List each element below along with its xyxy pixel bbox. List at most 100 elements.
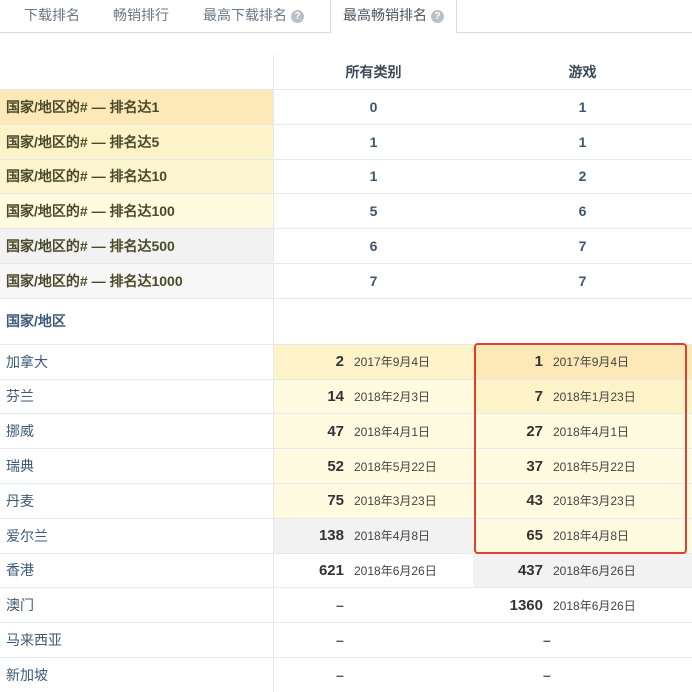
country-name-cell[interactable]: 爱尔兰 — [0, 519, 273, 553]
help-icon[interactable]: ? — [431, 10, 444, 23]
tab-top-download-rank[interactable]: 最高下载排名? — [203, 0, 304, 33]
rank-count-games[interactable]: 7 — [473, 229, 692, 263]
country-name: 澳门 — [6, 597, 34, 614]
all-rank-cell[interactable]: 2 2017年9月4日 — [273, 344, 473, 379]
all-rank-cell[interactable]: – — [273, 658, 473, 692]
tab-label: 最高下载排名 — [203, 7, 287, 23]
country-name: 丹麦 — [6, 492, 34, 509]
rank-label-text: 国家/地区的# — 排名达10 — [6, 168, 168, 185]
tab-downloads-rank[interactable]: 下载排名 — [24, 0, 80, 33]
all-rank-cell[interactable]: 14 2018年2月3日 — [273, 379, 473, 414]
all-rank-date: 2018年4月1日 — [354, 424, 431, 439]
all-rank-cell[interactable]: 75 2018年3月23日 — [273, 484, 473, 518]
games-rank-cell[interactable]: 27 2018年4月1日 — [473, 414, 692, 449]
all-rank-cell[interactable]: – — [273, 588, 473, 623]
country-name-cell[interactable]: 芬兰 — [0, 380, 273, 414]
games-rank-value: 1 — [534, 353, 543, 371]
table-row: 国家/地区的# — 排名达1000 7 7 — [0, 264, 692, 299]
games-rank-date: 2018年4月8日 — [553, 529, 630, 544]
all-rank-date: 2018年4月8日 — [354, 529, 431, 544]
all-rank-value: – — [336, 632, 344, 649]
rank-count-all[interactable]: 1 — [273, 159, 473, 194]
country-name-cell[interactable]: 丹麦 — [0, 484, 273, 518]
games-rank-value: 43 — [526, 492, 543, 510]
rank-count-all-value: 1 — [369, 168, 378, 185]
country-name: 加拿大 — [6, 353, 48, 370]
section-blank — [273, 298, 473, 344]
rank-count-games-value: 6 — [578, 203, 587, 220]
all-rank-cell[interactable]: 621 2018年6月26日 — [273, 553, 473, 588]
games-rank-cell[interactable]: – — [473, 623, 692, 657]
country-name-cell[interactable]: 新加坡 — [0, 658, 273, 692]
tab-grossing-rank[interactable]: 畅销排行 — [113, 0, 169, 33]
all-rank-cell[interactable]: 52 2018年5月22日 — [273, 449, 473, 483]
games-rank-date: 2018年1月23日 — [553, 389, 636, 404]
all-rank-value: 2 — [335, 353, 344, 371]
games-rank-value: – — [543, 632, 551, 649]
rank-count-all[interactable]: 6 — [273, 229, 473, 263]
country-name: 马来西亚 — [6, 632, 62, 649]
table-row: 爱尔兰 138 2018年4月8日 65 2018年4月8日 — [0, 518, 692, 554]
rank-count-all[interactable]: 1 — [273, 124, 473, 159]
games-rank-cell[interactable]: 1 2017年9月4日 — [473, 344, 692, 379]
rank-count-games[interactable]: 2 — [473, 160, 692, 194]
rank-count-all-value: 6 — [369, 238, 378, 255]
games-rank-cell[interactable]: 1360 2018年6月26日 — [473, 588, 692, 622]
table-row: 丹麦 75 2018年3月23日 43 2018年3月23日 — [0, 484, 692, 519]
all-rank-cell[interactable]: 138 2018年4月8日 — [273, 518, 473, 553]
all-rank-date: 2017年9月4日 — [354, 355, 431, 370]
country-name-cell[interactable]: 澳门 — [0, 588, 273, 622]
games-rank-cell[interactable]: 43 2018年3月23日 — [473, 484, 692, 518]
country-name-cell[interactable]: 加拿大 — [0, 345, 273, 379]
games-rank-value: 37 — [526, 457, 543, 475]
games-rank-value: 1360 — [509, 596, 543, 614]
country-name-cell[interactable]: 瑞典 — [0, 449, 273, 483]
rank-label: 国家/地区的# — 排名达1000 — [0, 264, 273, 298]
rank-count-all[interactable]: 0 — [273, 90, 473, 124]
rank-label: 国家/地区的# — 排名达5 — [0, 124, 273, 159]
all-rank-value: 47 — [327, 422, 344, 440]
rank-count-all[interactable]: 5 — [273, 194, 473, 229]
help-icon[interactable]: ? — [291, 10, 304, 23]
table-header: 所有类别 游戏 — [0, 55, 692, 90]
games-rank-cell[interactable]: 65 2018年4月8日 — [473, 518, 692, 553]
games-rank-cell[interactable]: 437 2018年6月26日 — [473, 553, 692, 588]
header-blank — [0, 55, 273, 89]
tab-label: 最高畅销排名 — [343, 7, 427, 23]
rank-count-games[interactable]: 1 — [473, 125, 692, 159]
all-rank-value: – — [336, 597, 344, 614]
rank-label: 国家/地区的# — 排名达1 — [0, 90, 273, 124]
games-rank-value: – — [543, 666, 551, 683]
country-name-cell[interactable]: 挪威 — [0, 414, 273, 448]
games-rank-date: 2018年3月23日 — [553, 494, 636, 509]
tab-bar: 下载排名 畅销排行 最高下载排名? 最高畅销排名? — [0, 0, 692, 34]
rank-count-all-value: 1 — [369, 133, 378, 150]
table-row: 国家/地区的# — 排名达100 5 6 — [0, 194, 692, 230]
rank-count-games[interactable]: 6 — [473, 194, 692, 228]
games-rank-cell[interactable]: 37 2018年5月22日 — [473, 449, 692, 483]
tab-top-grossing-rank[interactable]: 最高畅销排名? — [330, 0, 457, 34]
table-row: 国家/地区的# — 排名达500 6 7 — [0, 229, 692, 264]
all-rank-cell[interactable]: – — [273, 623, 473, 657]
all-rank-date: 2018年2月3日 — [354, 389, 431, 404]
games-rank-cell[interactable]: – — [473, 658, 692, 692]
table-row: 国家/地区的# — 排名达1 0 1 — [0, 90, 692, 125]
table-row: 新加坡 – – — [0, 658, 692, 692]
rank-count-games-value: 2 — [578, 168, 587, 185]
all-rank-value: 52 — [327, 457, 344, 475]
table-row: 澳门 – 1360 2018年6月26日 — [0, 588, 692, 624]
rank-label: 国家/地区的# — 排名达100 — [0, 194, 273, 229]
country-name: 新加坡 — [6, 666, 48, 683]
games-rank-value: 437 — [517, 561, 543, 579]
games-rank-cell[interactable]: 7 2018年1月23日 — [473, 379, 692, 414]
rank-count-games-value: 1 — [578, 133, 587, 150]
rank-count-all[interactable]: 7 — [273, 264, 473, 298]
table-row: 瑞典 52 2018年5月22日 37 2018年5月22日 — [0, 449, 692, 484]
all-rank-cell[interactable]: 47 2018年4月1日 — [273, 414, 473, 449]
rank-count-games[interactable]: 1 — [473, 90, 692, 124]
country-name-cell[interactable]: 马来西亚 — [0, 623, 273, 657]
tab-label: 畅销排行 — [113, 7, 169, 23]
country-name-cell[interactable]: 香港 — [0, 554, 273, 588]
rank-count-games[interactable]: 7 — [473, 264, 692, 298]
all-rank-value: 75 — [327, 492, 344, 510]
